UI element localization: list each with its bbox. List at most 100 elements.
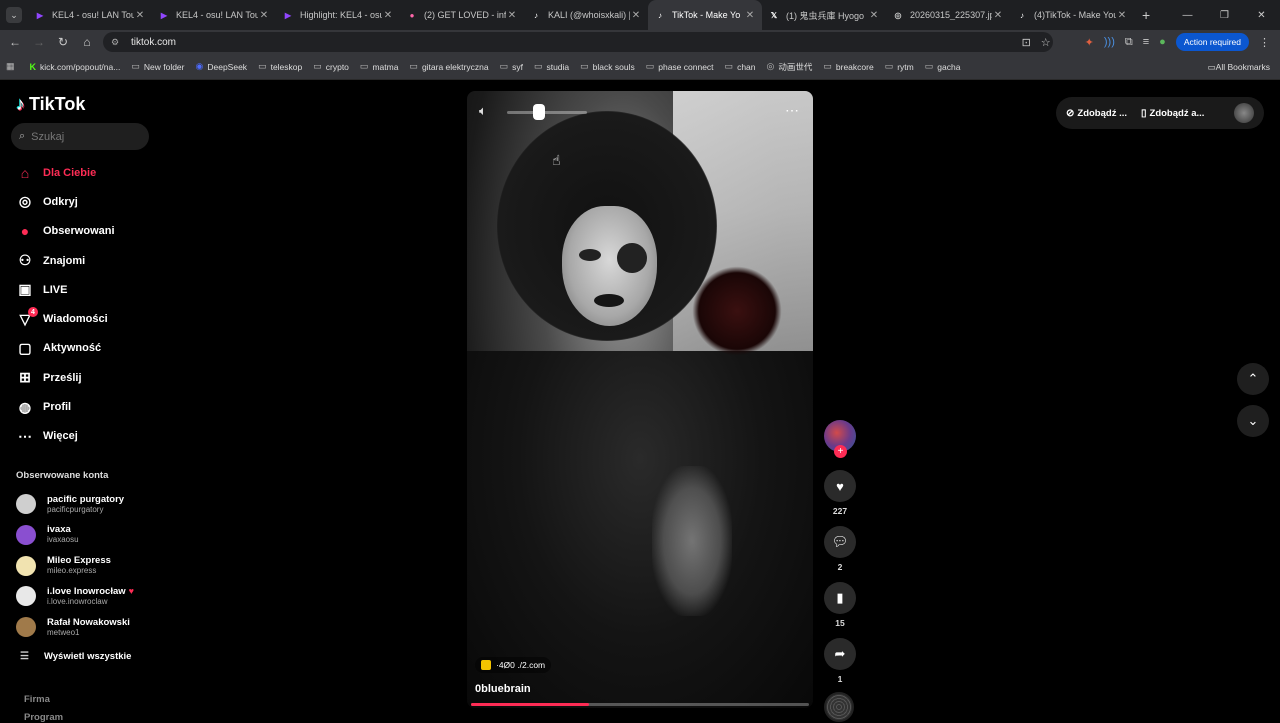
avatar	[16, 555, 36, 576]
browser-tab[interactable]: ▶ Highlight: KEL4 - osu ✕	[276, 0, 400, 30]
browser-tab[interactable]: ▶ KEL4 - osu! LAN Tour ✕	[28, 0, 152, 30]
chevron-down-icon[interactable]: ⌄	[1237, 405, 1269, 437]
browser-tab[interactable]: ♪ (4)TikTok - Make You ✕	[1010, 0, 1134, 30]
bookmark-icon[interactable]: ▮	[824, 582, 856, 614]
volume-icon[interactable]: 🔈︎	[479, 103, 487, 119]
close-tab-icon[interactable]: ✕	[992, 10, 1004, 21]
get-app-button[interactable]: ▯ Zdobądź a...	[1141, 108, 1204, 119]
browser-tab[interactable]: ♪ KALI (@whoisxkali) | T ✕	[524, 0, 648, 30]
video-progress-bar[interactable]	[471, 703, 809, 706]
close-tab-icon[interactable]: ✕	[744, 10, 756, 21]
home-page-icon[interactable]: ⌂	[75, 35, 99, 49]
sidebar-item-following[interactable]: ● Obserwowani	[0, 217, 160, 246]
bookmark-item[interactable]: ▭ gacha	[925, 61, 961, 72]
bookmark-item[interactable]: ▭ matma	[360, 61, 399, 72]
minimize-icon[interactable]: —	[1169, 10, 1206, 21]
footer-link-program[interactable]: Program	[24, 712, 63, 723]
followed-account[interactable]: i.love Inowrocław ♥ i.love.inowroclaw	[16, 582, 156, 610]
sidebar-item-activity[interactable]: ▢ Aktywność	[0, 334, 160, 363]
bookmark-item[interactable]: ▭ chan	[725, 61, 756, 72]
bookmark-item[interactable]: ▭ breakcore	[823, 61, 873, 72]
apps-grid-icon[interactable]: ▦	[6, 61, 19, 72]
video-author[interactable]: 0bluebrain	[475, 683, 531, 695]
bookmark-item[interactable]: ◎ 动画世代	[767, 61, 813, 73]
chevron-up-icon[interactable]: ⌃	[1237, 363, 1269, 395]
sidebar-item-upload[interactable]: ⊞ Prześlij	[0, 363, 160, 392]
music-disc-icon[interactable]	[824, 692, 854, 722]
bookmark-star-icon[interactable]: ☆	[1041, 36, 1051, 49]
followed-account[interactable]: Mileo Express mileo.express	[16, 552, 156, 580]
volume-knob[interactable]	[533, 104, 545, 120]
browser-tab[interactable]: 𝕏 (1) 鬼虫兵庫 Hyogo ✕	[762, 0, 886, 30]
video-more-icon[interactable]: ⋯	[785, 102, 799, 119]
new-tab-button[interactable]: +	[1142, 7, 1150, 23]
follow-plus-icon[interactable]: +	[834, 445, 847, 458]
sidebar-item-more[interactable]: ⋯ Więcej	[0, 422, 160, 451]
account-name: ivaxa	[47, 524, 79, 535]
install-app-icon[interactable]: ⊡	[1022, 36, 1031, 49]
close-tab-icon[interactable]: ✕	[1116, 10, 1128, 21]
site-info-icon[interactable]: ⚙	[111, 37, 125, 48]
followed-account[interactable]: Rafał Nowakowski metweo1	[16, 613, 156, 641]
share-arrow-icon[interactable]: ➦	[824, 638, 856, 670]
back-icon[interactable]: ←	[3, 35, 27, 49]
bookmark-item[interactable]: ▭ crypto	[313, 61, 349, 72]
bookmark-item[interactable]: ▭ rytm	[885, 61, 914, 72]
browser-tab[interactable]: ● (2) GET LOVED - info ✕	[400, 0, 524, 30]
bookmark-item[interactable]: ▭ teleskop	[258, 61, 302, 72]
action-required-button[interactable]: Action required	[1175, 33, 1249, 51]
upload-icon: ⊞	[19, 369, 31, 386]
close-tab-icon[interactable]: ✕	[258, 10, 270, 21]
followed-account[interactable]: pacific purgatory pacificpurgatory	[16, 490, 156, 518]
browser-tab[interactable]: ♪ TikTok - Make Yo ✕	[648, 0, 762, 30]
globe-icon: ◎	[894, 10, 902, 20]
restore-icon[interactable]: ❐	[1206, 10, 1243, 21]
bookmark-item[interactable]: ▭ phase connect	[646, 61, 714, 72]
reload-icon[interactable]: ↻	[51, 35, 75, 49]
extension-sound-icon[interactable]: )))	[1104, 36, 1115, 48]
forward-icon[interactable]: →	[27, 35, 51, 49]
bookmark-item[interactable]: ▭ New folder	[131, 61, 184, 72]
browser-menu-icon[interactable]: ⋮	[1259, 36, 1270, 49]
avatar	[16, 494, 36, 514]
browser-tab[interactable]: ▶ KEL4 - osu! LAN Tour ✕	[152, 0, 276, 30]
bookmark-item[interactable]: ▭ black souls	[580, 61, 635, 72]
url-field[interactable]: ⚙ tiktok.com	[103, 32, 1053, 52]
close-tab-icon[interactable]: ✕	[382, 10, 394, 21]
close-tab-icon[interactable]: ✕	[630, 10, 642, 21]
tab-search-icon[interactable]: ⌄	[6, 7, 22, 23]
bookmark-item[interactable]: ▭ studia	[534, 61, 569, 72]
followed-account[interactable]: ivaxa ivaxaosu	[16, 521, 156, 549]
get-coins-button[interactable]: ⊘ Zdobądź ...	[1066, 108, 1127, 119]
like-heart-icon[interactable]: ♥	[824, 470, 856, 502]
bookmark-item[interactable]: ▭ gitara elektryczna	[409, 61, 488, 72]
close-tab-icon[interactable]: ✕	[134, 10, 146, 21]
see-all-button[interactable]: ☰ Wyświetl wszystkie	[20, 651, 131, 662]
user-avatar[interactable]	[1234, 103, 1254, 123]
tiktok-logo[interactable]: ♪ TikTok	[16, 94, 85, 115]
sidebar-item-friends[interactable]: ⚇ Znajomi	[0, 246, 160, 275]
sidebar-item-profile[interactable]: ◍ Profil	[0, 392, 160, 421]
video-player[interactable]: 🔈︎ ⋯ ·4Ø0 ./2.com 0bluebrain	[467, 91, 813, 708]
sidebar-item-live[interactable]: ▣ LIVE	[0, 275, 160, 304]
extension-icon[interactable]: ✦	[1085, 36, 1094, 49]
comment-icon[interactable]: 💬︎	[824, 526, 856, 558]
footer-link-company[interactable]: Firma	[24, 694, 50, 705]
close-window-icon[interactable]: ✕	[1243, 10, 1280, 21]
search-input[interactable]: ⌕ Szukaj	[11, 123, 149, 150]
browser-tab[interactable]: ◎ 20260315_225307.jp ✕	[886, 0, 1010, 30]
profile-avatar-icon[interactable]: ●	[1159, 36, 1166, 48]
close-tab-icon[interactable]: ✕	[506, 10, 518, 21]
bookmark-item[interactable]: Kkick.com/popout/na...	[30, 62, 121, 72]
all-bookmarks[interactable]: ▭ All Bookmarks	[1208, 54, 1270, 80]
sidebar-item-compass[interactable]: ◎ Odkryj	[0, 187, 160, 216]
close-tab-icon[interactable]: ✕	[868, 10, 880, 21]
tab-media-icon[interactable]: ≡	[1143, 36, 1149, 48]
extensions-puzzle-icon[interactable]: ⧉	[1125, 36, 1133, 49]
tiktok-page: ♪ TikTok ⌕ Szukaj ⌂ Dla Ciebie ◎ Odkryj ● Obs…	[0, 80, 1280, 723]
bookmark-item[interactable]: ▭ syf	[500, 61, 523, 72]
bookmark-item[interactable]: ◉ DeepSeek	[196, 61, 248, 72]
volume-slider[interactable]	[507, 104, 587, 120]
sidebar-item-home[interactable]: ⌂ Dla Ciebie	[0, 158, 160, 187]
sidebar-item-messages[interactable]: ▽ Wiadomości 4	[0, 304, 160, 333]
